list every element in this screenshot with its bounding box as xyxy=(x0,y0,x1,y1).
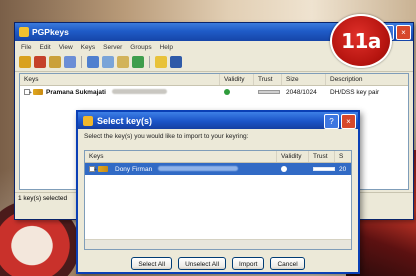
trust-bar xyxy=(258,89,280,94)
select-all-button[interactable]: Select All xyxy=(131,257,173,270)
import-list-header: Keys Validity Trust S xyxy=(85,151,351,163)
trust-cell xyxy=(254,89,282,96)
key-pair-icon xyxy=(33,88,43,95)
import-validity-cell xyxy=(277,165,309,173)
menu-server[interactable]: Server xyxy=(103,44,122,51)
menu-view[interactable]: View xyxy=(59,44,73,51)
dlg-col-validity[interactable]: Validity xyxy=(277,151,309,162)
import-trust-cell xyxy=(309,166,335,173)
toolbar-separator xyxy=(149,56,150,68)
properties-icon[interactable] xyxy=(64,56,76,68)
cancel-button[interactable]: Cancel xyxy=(270,257,305,270)
dialog-titlebar: Select key(s) xyxy=(78,112,358,129)
import-size-cell: 20 xyxy=(339,165,347,173)
revoke-icon[interactable] xyxy=(34,56,46,68)
description-cell: DH/DSS key pair xyxy=(330,88,380,96)
col-keys[interactable]: Keys xyxy=(20,74,220,85)
save-icon[interactable] xyxy=(170,56,182,68)
menu-file[interactable]: File xyxy=(21,44,31,51)
dlg-col-size[interactable]: S xyxy=(335,151,349,162)
keys-list-header: Keys Validity Trust Size Description xyxy=(20,74,408,86)
dialog-button-row: Select All Unselect All Import Cancel xyxy=(78,257,358,270)
step-badge: 11a xyxy=(330,14,392,68)
import-button[interactable]: Import xyxy=(232,257,265,270)
menu-help[interactable]: Help xyxy=(160,44,173,51)
key-row[interactable]: + Pramana Sukmajati 2048/1024 DH/DSS key … xyxy=(20,86,408,98)
import-key-row[interactable]: + Dony Firman 20 xyxy=(85,163,351,175)
expand-icon[interactable]: + xyxy=(24,88,32,96)
export-icon[interactable] xyxy=(132,56,144,68)
validity-icon xyxy=(224,88,230,95)
toolbar-separator xyxy=(81,56,82,68)
status-text: 1 key(s) selected xyxy=(18,195,68,202)
key-owner-name: Pramana Sukmajati xyxy=(46,88,106,96)
trust-bar xyxy=(313,166,335,171)
col-validity[interactable]: Validity xyxy=(220,74,254,85)
key-name-cell: + Pramana Sukmajati xyxy=(20,88,220,96)
dialog-window-controls: ? × xyxy=(324,114,356,129)
sign-icon[interactable] xyxy=(49,56,61,68)
new-key-icon[interactable] xyxy=(19,56,31,68)
size-cell: 2048/1024 xyxy=(286,88,317,96)
dialog-instruction: Select the key(s) you would like to impo… xyxy=(84,133,249,140)
select-keys-dialog: Select key(s) ? × Select the key(s) you … xyxy=(76,110,360,274)
blurred-email xyxy=(111,89,167,95)
refresh-icon[interactable] xyxy=(155,56,167,68)
blurred-email xyxy=(158,166,239,172)
col-trust[interactable]: Trust xyxy=(254,74,282,85)
key-icon xyxy=(98,165,108,172)
pgp-app-icon xyxy=(19,27,29,37)
dialog-title: Select key(s) xyxy=(97,115,153,126)
col-size[interactable]: Size xyxy=(282,74,326,85)
dialog-app-icon xyxy=(83,115,93,126)
validity-icon xyxy=(281,165,287,172)
import-keys-list: Keys Validity Trust S + Dony Firman 20 xyxy=(84,150,352,250)
dialog-close-button[interactable]: × xyxy=(341,114,356,129)
search-icon[interactable] xyxy=(87,56,99,68)
menu-edit[interactable]: Edit xyxy=(39,44,50,51)
dlg-col-trust[interactable]: Trust xyxy=(309,151,335,162)
step-badge-text: 11a xyxy=(341,29,381,53)
close-button[interactable]: × xyxy=(396,25,411,40)
col-description[interactable]: Description xyxy=(326,74,406,85)
menu-keys[interactable]: Keys xyxy=(81,44,95,51)
menu-groups[interactable]: Groups xyxy=(130,44,151,51)
keyserver-icon[interactable] xyxy=(102,56,114,68)
horizontal-scrollbar[interactable] xyxy=(85,239,351,249)
validity-cell xyxy=(220,88,254,96)
import-icon[interactable] xyxy=(117,56,129,68)
expand-icon[interactable]: + xyxy=(89,165,97,173)
dlg-col-keys[interactable]: Keys xyxy=(85,151,277,162)
help-button[interactable]: ? xyxy=(324,114,339,129)
import-key-name-cell: + Dony Firman xyxy=(85,165,277,173)
import-key-owner: Dony Firman xyxy=(115,165,153,173)
main-window-title: PGPkeys xyxy=(32,27,69,37)
unselect-all-button[interactable]: Unselect All xyxy=(178,257,227,270)
